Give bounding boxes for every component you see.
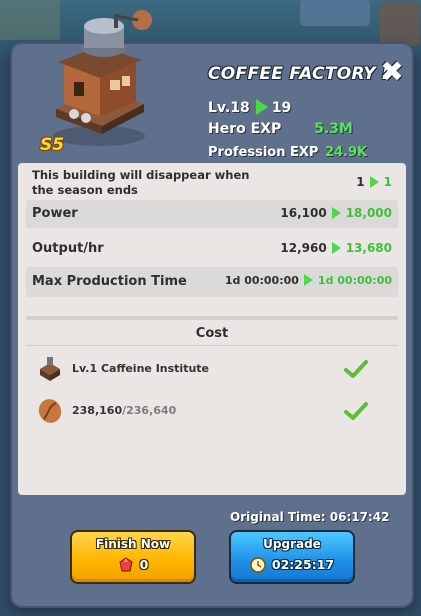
close-button[interactable]: ✖: [378, 58, 406, 86]
details-panel: This building will disappear when the se…: [18, 163, 406, 495]
max-production-label: Max Production Time: [32, 274, 187, 289]
next-level: 19: [271, 100, 292, 116]
finish-now-button[interactable]: Finish Now 0: [72, 532, 194, 582]
season-to: 1: [383, 175, 392, 189]
cost-have: 238,160: [72, 404, 123, 417]
section-divider: [26, 316, 398, 320]
cost-divider: [26, 345, 398, 346]
profession-exp-label: Profession EXP: [208, 145, 319, 160]
max-production-from: 1d 00:00:00: [224, 274, 299, 287]
coffee-factory-building-image: [53, 10, 152, 146]
building-icon: [40, 357, 60, 381]
finish-now-label: Finish Now: [95, 537, 171, 551]
cost-item-building: Lv.1 Caffeine Institute: [26, 347, 398, 391]
upgrade-time: 02:25:17: [271, 557, 335, 572]
arrow-right-icon: [331, 206, 341, 219]
power-to: 18,000: [345, 206, 392, 220]
arrow-right-icon: [255, 99, 268, 115]
output-label: Output/hr: [32, 241, 104, 256]
hero-exp-label: Hero EXP: [208, 121, 282, 137]
cost-item-name: Lv.1 Caffeine Institute: [72, 362, 210, 375]
checkmark-icon: [344, 360, 368, 378]
cost-item-amount: 238,160/236,640: [72, 404, 176, 417]
output-row: Output/hr 12,960 13,680: [26, 234, 398, 264]
checkmark-icon: [344, 402, 368, 420]
hero-exp-line: Hero EXP 5.3M: [208, 121, 353, 137]
power-label: Power: [32, 206, 78, 221]
clock-icon: [250, 556, 266, 573]
current-level: Lv.18: [208, 100, 250, 116]
output-values: 12,960 13,680: [280, 241, 392, 256]
power-row: Power 16,100 18,000: [26, 200, 398, 228]
upgrade-button[interactable]: Upgrade 02:25:17: [231, 532, 353, 582]
background-decoration: [380, 2, 420, 46]
max-production-to: 1d 00:00:00: [317, 274, 392, 287]
background-decoration: [300, 0, 370, 26]
profession-exp-line: Profession EXP 24.9K: [208, 145, 367, 160]
season-note: This building will disappear when the se…: [32, 168, 250, 197]
max-production-row: Max Production Time 1d 00:00:00 1d 00:00:…: [26, 267, 398, 297]
output-from: 12,960: [280, 241, 327, 255]
profession-exp-value: 24.9K: [324, 145, 368, 160]
finish-now-cost: 0: [139, 557, 149, 572]
power-values: 16,100 18,000: [280, 206, 392, 221]
season-values: 11: [356, 175, 392, 190]
coffee-bean-icon: [38, 399, 62, 423]
building-title: COFFEE FACTORY I: [208, 64, 389, 84]
arrow-right-icon: [331, 241, 341, 254]
cost-item-coffee-beans: 238,160/236,640: [26, 389, 398, 433]
season-badge: S5: [40, 135, 65, 155]
season-row: This building will disappear when the se…: [26, 163, 398, 199]
original-time: Original Time: 06:17:42: [230, 510, 390, 524]
arrow-right-icon: [303, 274, 313, 286]
hero-exp-value: 5.3M: [314, 121, 353, 137]
cost-need: /236,640: [122, 404, 177, 417]
level-line: Lv.18 19: [208, 99, 291, 117]
upgrade-label: Upgrade: [263, 537, 321, 551]
season-from: 1: [356, 175, 365, 189]
power-from: 16,100: [280, 206, 327, 220]
cost-header: Cost: [195, 326, 229, 341]
upgrade-time-line: 02:25:17: [231, 556, 353, 573]
gem-icon: [119, 556, 133, 571]
max-production-values: 1d 00:00:00 1d 00:00:00: [225, 274, 392, 288]
output-to: 13,680: [345, 241, 392, 255]
arrow-right-icon: [369, 175, 379, 188]
finish-now-cost-line: 0: [72, 556, 194, 573]
